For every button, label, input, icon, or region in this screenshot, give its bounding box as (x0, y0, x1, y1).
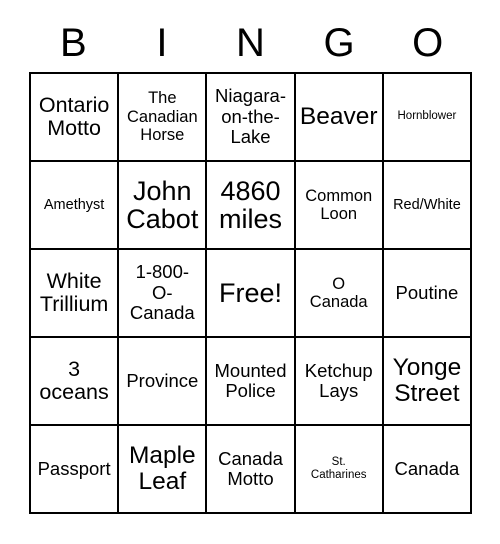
bingo-cell-label: Yonge Street (392, 354, 462, 407)
bingo-cell[interactable]: Free! (207, 250, 296, 338)
bingo-cell[interactable]: 4860 miles (207, 162, 296, 250)
bingo-cell[interactable]: Passport (31, 426, 120, 514)
bingo-cell-label: 1-800- O- Canada (129, 261, 195, 324)
bingo-cell[interactable]: Poutine (383, 250, 473, 338)
bingo-cell[interactable]: Mounted Police (207, 338, 296, 426)
bingo-cell-label: Maple Leaf (128, 442, 196, 495)
bingo-grid: Ontario Motto The Canadian Horse Niagara- … (29, 72, 473, 514)
bingo-cell[interactable]: Common Loon (295, 162, 384, 250)
bingo-cell[interactable]: Beaver (295, 74, 384, 162)
bingo-cell-label: Niagara- on-the- Lake (215, 85, 286, 148)
bingo-header-letter-i: I (156, 21, 168, 65)
bingo-cell-label: Beaver (299, 103, 378, 131)
bingo-cell[interactable]: Canada Motto (207, 426, 296, 514)
bingo-cell[interactable]: Ontario Motto (31, 74, 120, 162)
bingo-cell-label: Province (126, 369, 199, 391)
bingo-cell-label: O Canada (309, 274, 368, 311)
bingo-cell-label: Canada (394, 457, 460, 479)
bingo-cell-label: Hornblower (397, 110, 457, 123)
bingo-card: B I N G O Ontario Motto The Canadian Hors… (29, 14, 473, 514)
bingo-cell[interactable]: Yonge Street (383, 338, 473, 426)
bingo-header-letter-g: G (323, 21, 355, 65)
bingo-header-row: B I N G O (29, 14, 472, 72)
bingo-cell[interactable]: St. Catharines (295, 426, 384, 514)
bingo-header-letter-b: B (59, 21, 87, 65)
bingo-cell[interactable]: Red/White (383, 162, 473, 250)
bingo-cell[interactable]: John Cabot (119, 162, 208, 250)
bingo-cell-label: White Trillium (39, 268, 109, 316)
bingo-cell[interactable]: Maple Leaf (119, 426, 208, 514)
bingo-cell[interactable]: The Canadian Horse (119, 74, 208, 162)
bingo-row: Passport Maple Leaf Canada Motto St. Cathar… (31, 426, 473, 514)
bingo-cell-label: 3 oceans (39, 356, 109, 404)
bingo-cell[interactable]: Hornblower (383, 74, 473, 162)
bingo-row: 3 oceans Province Mounted Police Ketchup La… (31, 338, 473, 426)
bingo-cell-label: Red/White (393, 196, 461, 213)
bingo-header-letter-o: O (412, 21, 444, 65)
bingo-cell-label: Free! (218, 277, 283, 308)
bingo-cell[interactable]: Ketchup Lays (295, 338, 384, 426)
bingo-cell[interactable]: 3 oceans (31, 338, 120, 426)
bingo-cell[interactable]: Canada (383, 426, 473, 514)
bingo-cell[interactable]: Amethyst (31, 162, 120, 250)
bingo-cell[interactable]: Niagara- on-the- Lake (207, 74, 296, 162)
bingo-cell-label: Poutine (395, 281, 459, 303)
bingo-cell-label: Mounted Police (214, 359, 287, 401)
bingo-row: White Trillium 1-800- O- Canada Free! O Can… (31, 250, 473, 338)
bingo-header-letter-n: N (236, 21, 265, 65)
bingo-cell-label: Amethyst (43, 196, 105, 213)
bingo-cell[interactable]: Province (119, 338, 208, 426)
bingo-row: Ontario Motto The Canadian Horse Niagara- … (31, 74, 473, 162)
bingo-cell-label: Ketchup Lays (304, 359, 373, 401)
bingo-cell-label: 4860 miles (219, 175, 283, 234)
bingo-cell-label: St. Catharines (310, 455, 367, 481)
bingo-cell-label: The Canadian Horse (126, 89, 198, 145)
bingo-cell[interactable]: White Trillium (31, 250, 120, 338)
bingo-row: Amethyst John Cabot 4860 miles Common Loon R… (31, 162, 473, 250)
bingo-cell-label: Common Loon (305, 186, 373, 223)
bingo-cell[interactable]: 1-800- O- Canada (119, 250, 208, 338)
bingo-cell-label: John Cabot (126, 175, 199, 234)
bingo-cell-label: Canada Motto (218, 447, 283, 489)
bingo-cell-label: Ontario Motto (38, 92, 110, 140)
bingo-cell[interactable]: O Canada (295, 250, 384, 338)
bingo-cell-label: Passport (37, 457, 111, 479)
